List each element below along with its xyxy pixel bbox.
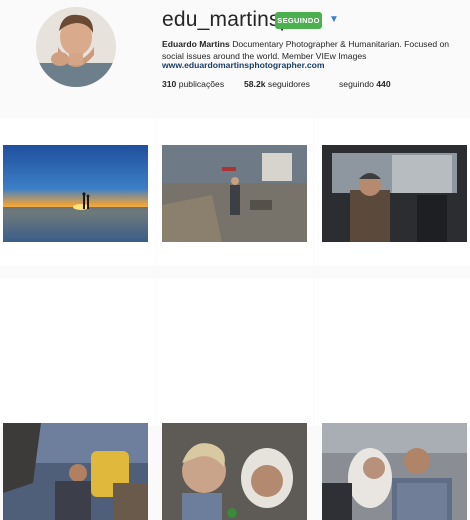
following-button[interactable]: SEGUINDO [275,12,322,29]
profile-header: edu_martinsp SEGUINDO ▼ Eduardo Martins … [0,0,470,112]
profile-website-link[interactable]: www.eduardomartinsphotographer.com [162,60,325,70]
posts-label: publicações [176,79,225,89]
posts-stat: 310 publicações [162,79,224,89]
following-label: seguindo [339,79,377,89]
profile-photo [36,7,116,87]
followers-label: seguidores [265,79,310,89]
post-thumbnail-bus[interactable] [322,145,467,242]
posts-count: 310 [162,79,177,89]
post-thumbnail-embrace[interactable] [322,423,467,520]
man-on-bus-photo [322,145,467,242]
embrace-photo [322,423,467,520]
following-count: 440 [376,79,391,89]
profile-avatar[interactable] [36,7,116,87]
following-stat[interactable]: seguindo 440 [339,79,391,89]
followers-count: 58.2k [244,79,266,89]
followers-stat[interactable]: 58.2k seguidores [244,79,310,89]
profile-full-name: Eduardo Martins [162,39,230,49]
post-thumbnail-street[interactable] [162,145,307,242]
caret-down-icon[interactable]: ▼ [327,13,341,27]
post-thumbnail-sunset[interactable] [3,145,148,242]
water-collection-photo [3,423,148,520]
profile-bio: Eduardo Martins Documentary Photographer… [162,38,467,62]
photo-grid [0,118,470,520]
post-thumbnail-water[interactable] [3,423,148,520]
street-scene-photo [162,145,307,242]
child-and-woman-photo [162,423,307,520]
post-thumbnail-child[interactable] [162,423,307,520]
profile-username: edu_martinsp [162,8,292,31]
sunset-beach-photo [3,145,148,242]
